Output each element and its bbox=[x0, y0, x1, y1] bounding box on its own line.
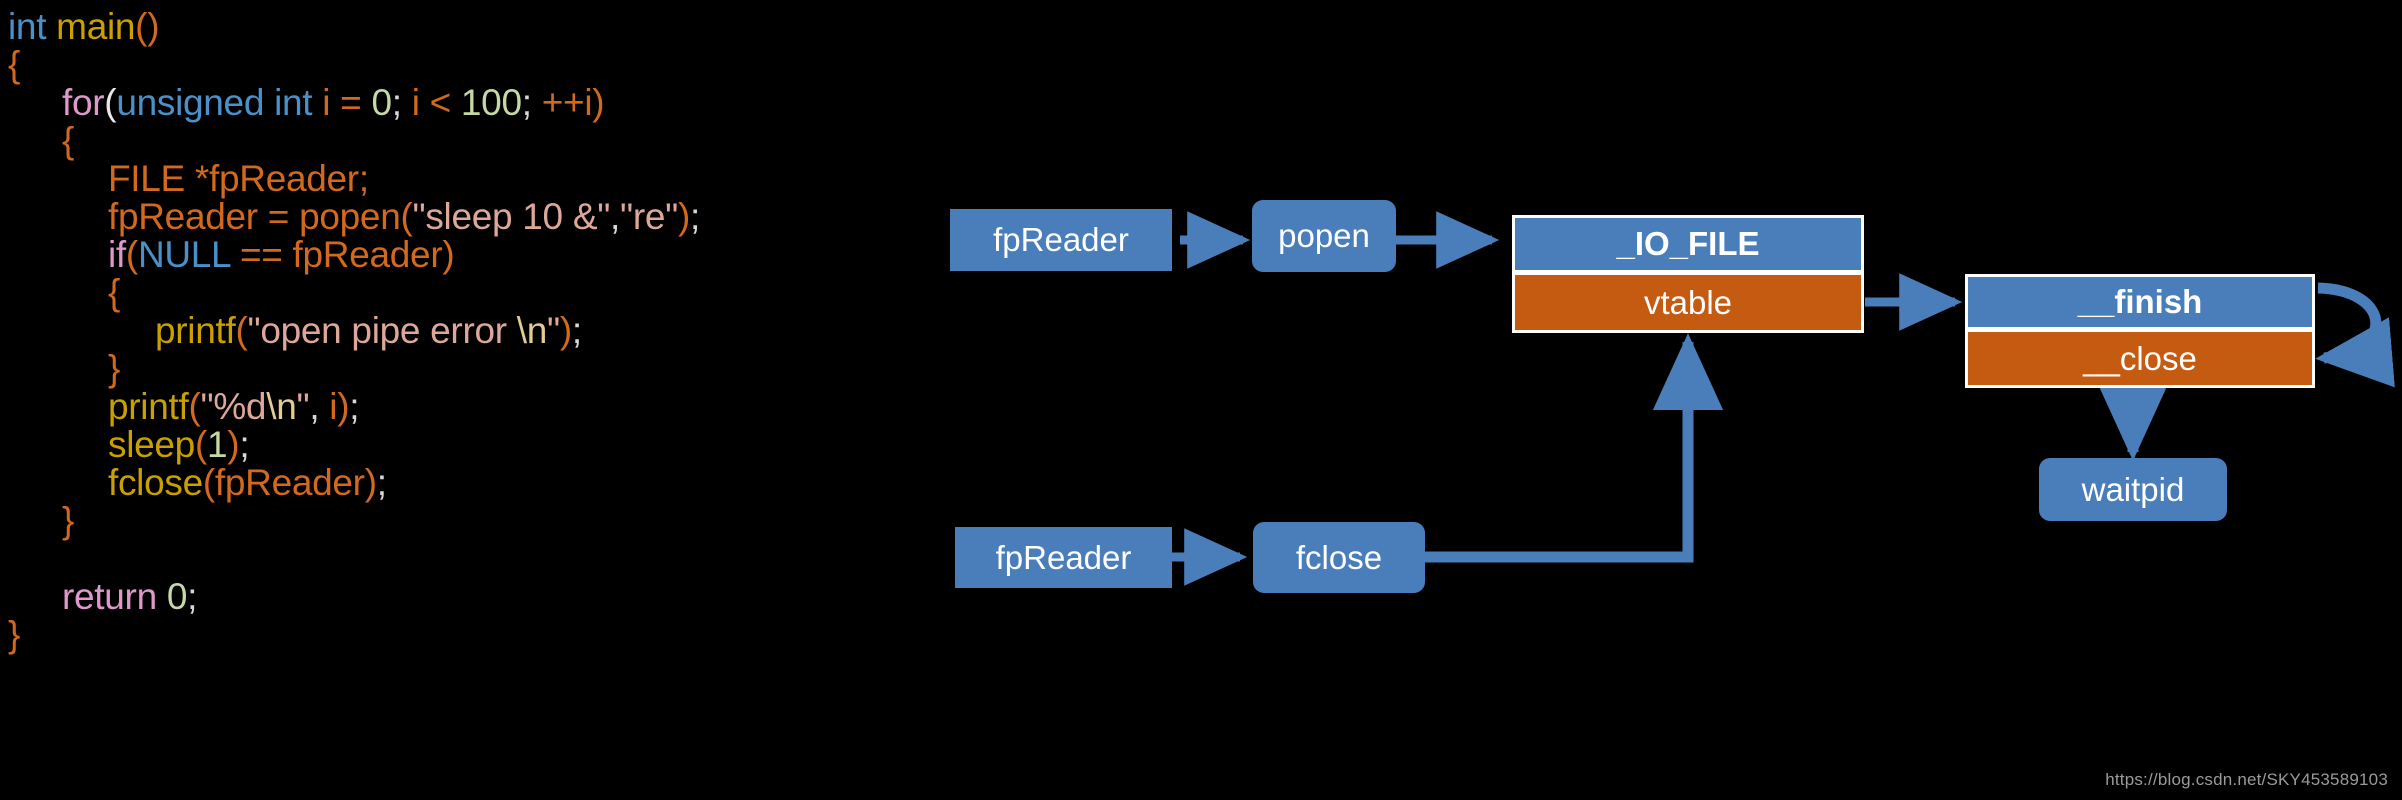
node-label: __close bbox=[2083, 339, 2197, 377]
node-vtable[interactable]: vtable bbox=[1515, 275, 1861, 330]
node-label: fpReader bbox=[993, 221, 1129, 258]
node-finish[interactable]: __finish bbox=[1968, 277, 2312, 327]
connector-layer bbox=[1172, 211, 2395, 586]
node-close[interactable]: __close bbox=[1968, 332, 2312, 385]
node-fclose[interactable]: fclose bbox=[1253, 522, 1425, 593]
node-label: vtable bbox=[1643, 283, 1733, 321]
node-iofile[interactable]: _IO_FILE bbox=[1515, 218, 1861, 270]
node-finish-group: __finish __close bbox=[1965, 274, 2315, 388]
watermark: https://blog.csdn.net/SKY453589103 bbox=[2105, 770, 2388, 789]
edge-close-self-loop bbox=[2315, 282, 2395, 388]
node-label: fpReader bbox=[995, 538, 1132, 576]
node-label: __finish bbox=[2077, 283, 2203, 320]
node-popen[interactable]: popen bbox=[1252, 200, 1396, 272]
node-fpreader-bottom[interactable]: fpReader bbox=[955, 527, 1172, 588]
node-fpreader-top[interactable]: fpReader bbox=[950, 209, 1172, 271]
node-label: popen bbox=[1278, 217, 1370, 254]
node-waitpid[interactable]: waitpid bbox=[2039, 458, 2227, 521]
diagram-pane: fpReader popen _IO_FILE vtable __finish … bbox=[0, 0, 2402, 800]
node-label: waitpid bbox=[2081, 470, 2185, 508]
edge-fclose-to-vtable bbox=[1425, 333, 1724, 563]
node-iofile-group: _IO_FILE vtable bbox=[1512, 215, 1864, 333]
node-label: _IO_FILE bbox=[1616, 225, 1760, 262]
node-label: fclose bbox=[1295, 538, 1383, 576]
